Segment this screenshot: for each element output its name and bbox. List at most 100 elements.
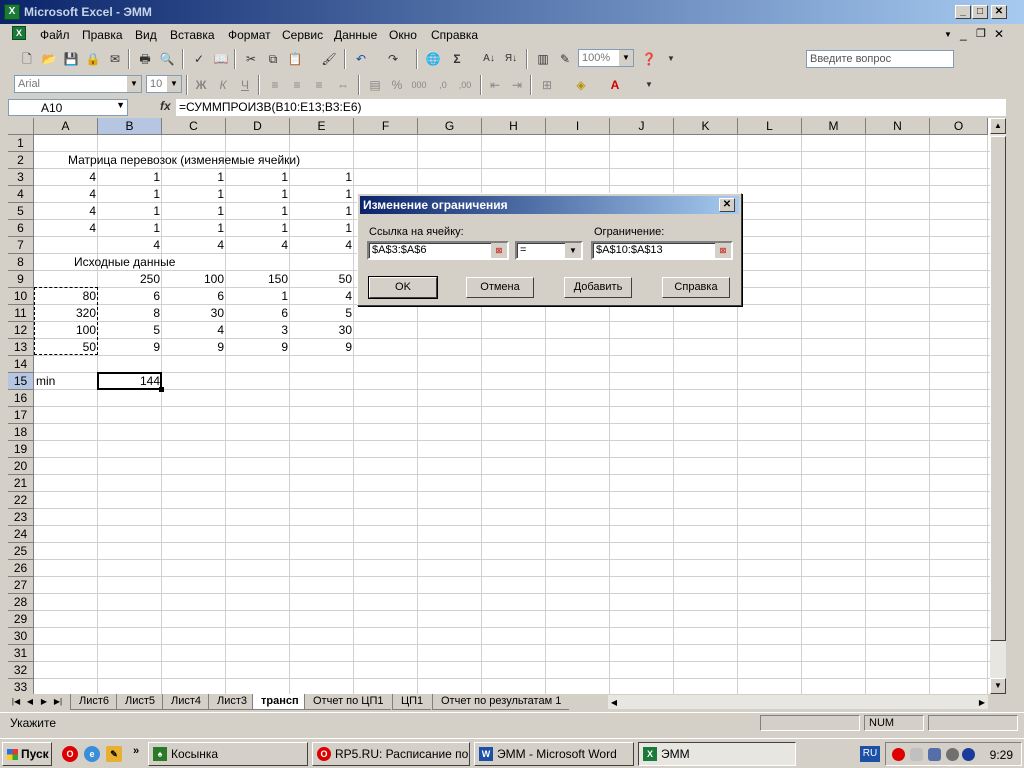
collapse-dialog-icon-2[interactable]: ⊠ [715, 243, 731, 258]
fill-color-icon[interactable]: ◈ [572, 77, 590, 93]
cut-icon[interactable]: ✂ [242, 51, 260, 67]
increase-indent-icon[interactable]: ⇥ [508, 77, 526, 93]
font-select[interactable]: Arial ▼ [14, 75, 142, 93]
cell-a6[interactable]: 4 [34, 220, 98, 237]
row-header-19[interactable]: 19 [8, 441, 34, 458]
cell-c4[interactable]: 1 [162, 186, 226, 203]
bold-button[interactable]: Ж [192, 77, 210, 93]
row-header-22[interactable]: 22 [8, 492, 34, 509]
row-header-7[interactable]: 7 [8, 237, 34, 254]
underline-button[interactable]: Ч [236, 77, 254, 93]
cell-b13[interactable]: 9 [98, 339, 162, 356]
toolbar-options-icon[interactable]: ▼ [662, 51, 680, 67]
row-header-14[interactable]: 14 [8, 356, 34, 373]
doc-close-button[interactable]: ✕ [994, 27, 1004, 41]
format-options-icon[interactable]: ▼ [640, 77, 658, 93]
thousands-button[interactable]: 000 [410, 77, 428, 93]
increase-decimal-icon[interactable]: ,0 [434, 77, 452, 93]
vertical-scrollbar[interactable]: ▲ ▼ [990, 118, 1006, 694]
operator-dropdown-icon[interactable]: ▼ [565, 243, 581, 258]
name-box[interactable]: A10 ▼ [8, 99, 128, 116]
fill-handle[interactable] [159, 387, 164, 392]
row-header-8[interactable]: 8 [8, 254, 34, 271]
excel-icon[interactable]: X [4, 4, 20, 20]
cell-a3[interactable]: 4 [34, 169, 98, 186]
column-header-c[interactable]: C [162, 118, 226, 135]
menu-view[interactable]: Вид [135, 28, 157, 42]
ask-dropdown-icon[interactable]: ▼ [944, 30, 952, 39]
cell-e9[interactable]: 50 [290, 271, 354, 288]
cell-c3[interactable]: 1 [162, 169, 226, 186]
task-solitaire[interactable]: ♠ Косынка [148, 742, 308, 766]
row-header-29[interactable]: 29 [8, 611, 34, 628]
cell-b12[interactable]: 5 [98, 322, 162, 339]
scroll-left-icon[interactable]: ◀ [608, 696, 620, 710]
spelling-icon[interactable]: ✓ [190, 51, 208, 67]
cell-e4[interactable]: 1 [290, 186, 354, 203]
row-header-13[interactable]: 13 [8, 339, 34, 356]
size-dropdown-icon[interactable]: ▼ [167, 76, 181, 92]
font-color-icon[interactable]: A [606, 77, 624, 93]
prev-sheet-icon[interactable]: ◀ [24, 695, 36, 709]
row-header-32[interactable]: 32 [8, 662, 34, 679]
column-header-j[interactable]: J [610, 118, 674, 135]
cell-c12[interactable]: 4 [162, 322, 226, 339]
row-header-30[interactable]: 30 [8, 628, 34, 645]
row-header-27[interactable]: 27 [8, 577, 34, 594]
column-header-n[interactable]: N [866, 118, 930, 135]
column-header-l[interactable]: L [738, 118, 802, 135]
tab-list3[interactable]: Лист3 [208, 694, 256, 710]
mail-icon[interactable]: ✉ [106, 51, 124, 67]
select-all-corner[interactable] [8, 118, 34, 135]
autosum-icon[interactable]: Σ [448, 51, 466, 67]
undo-icon[interactable]: ↶ [352, 51, 370, 67]
menu-file[interactable]: Файл [40, 28, 70, 42]
cell-c5[interactable]: 1 [162, 203, 226, 220]
security-icon[interactable] [962, 748, 975, 761]
last-sheet-icon[interactable]: ▶| [52, 695, 64, 709]
scroll-right-icon[interactable]: ▶ [976, 696, 988, 710]
cell-a2[interactable]: Матрица перевозок (изменяемые ячейки) [66, 152, 302, 169]
sort-asc-icon[interactable]: A↓ [480, 51, 498, 67]
cell-b3[interactable]: 1 [98, 169, 162, 186]
monitor-icon[interactable] [928, 748, 941, 761]
tab-cp1[interactable]: ЦП1 [392, 694, 432, 710]
task-word[interactable]: W ЭММ - Microsoft Word [474, 742, 634, 766]
redo-icon[interactable]: ↷ [384, 51, 402, 67]
menu-insert[interactable]: Вставка [170, 28, 215, 42]
row-header-10[interactable]: 10 [8, 288, 34, 305]
row-header-31[interactable]: 31 [8, 645, 34, 662]
workbook-icon[interactable]: X [12, 26, 26, 40]
menu-format[interactable]: Формат [228, 28, 271, 42]
add-button[interactable]: Добавить [564, 277, 632, 298]
cell-reference-input[interactable]: $A$3:$A$6 ⊠ [367, 241, 509, 260]
currency-icon[interactable]: ▤ [366, 77, 384, 93]
menu-help[interactable]: Справка [431, 28, 478, 42]
column-header-i[interactable]: I [546, 118, 610, 135]
decrease-indent-icon[interactable]: ⇤ [486, 77, 504, 93]
cell-e13[interactable]: 9 [290, 339, 354, 356]
task-rp5[interactable]: O RP5.RU: Расписание по... [312, 742, 470, 766]
opera-icon[interactable]: O [62, 746, 78, 762]
borders-icon[interactable]: ⊞ [538, 77, 556, 93]
name-box-dropdown-icon[interactable]: ▼ [116, 100, 125, 110]
network-icon[interactable] [910, 748, 923, 761]
row-header-9[interactable]: 9 [8, 271, 34, 288]
column-header-m[interactable]: M [802, 118, 866, 135]
column-header-b[interactable]: B [98, 118, 162, 135]
cell-b5[interactable]: 1 [98, 203, 162, 220]
ok-button[interactable]: OK [368, 276, 438, 299]
research-icon[interactable]: 📖 [212, 51, 230, 67]
cell-a8[interactable]: Исходные данные [72, 254, 177, 271]
cell-b11[interactable]: 8 [98, 305, 162, 322]
cell-d6[interactable]: 1 [226, 220, 290, 237]
open-icon[interactable]: 📂 [40, 51, 58, 67]
menu-window[interactable]: Окно [389, 28, 417, 42]
cell-c10[interactable]: 6 [162, 288, 226, 305]
row-header-17[interactable]: 17 [8, 407, 34, 424]
row-header-24[interactable]: 24 [8, 526, 34, 543]
next-sheet-icon[interactable]: ▶ [38, 695, 50, 709]
column-header-h[interactable]: H [482, 118, 546, 135]
cell-e3[interactable]: 1 [290, 169, 354, 186]
column-header-g[interactable]: G [418, 118, 482, 135]
